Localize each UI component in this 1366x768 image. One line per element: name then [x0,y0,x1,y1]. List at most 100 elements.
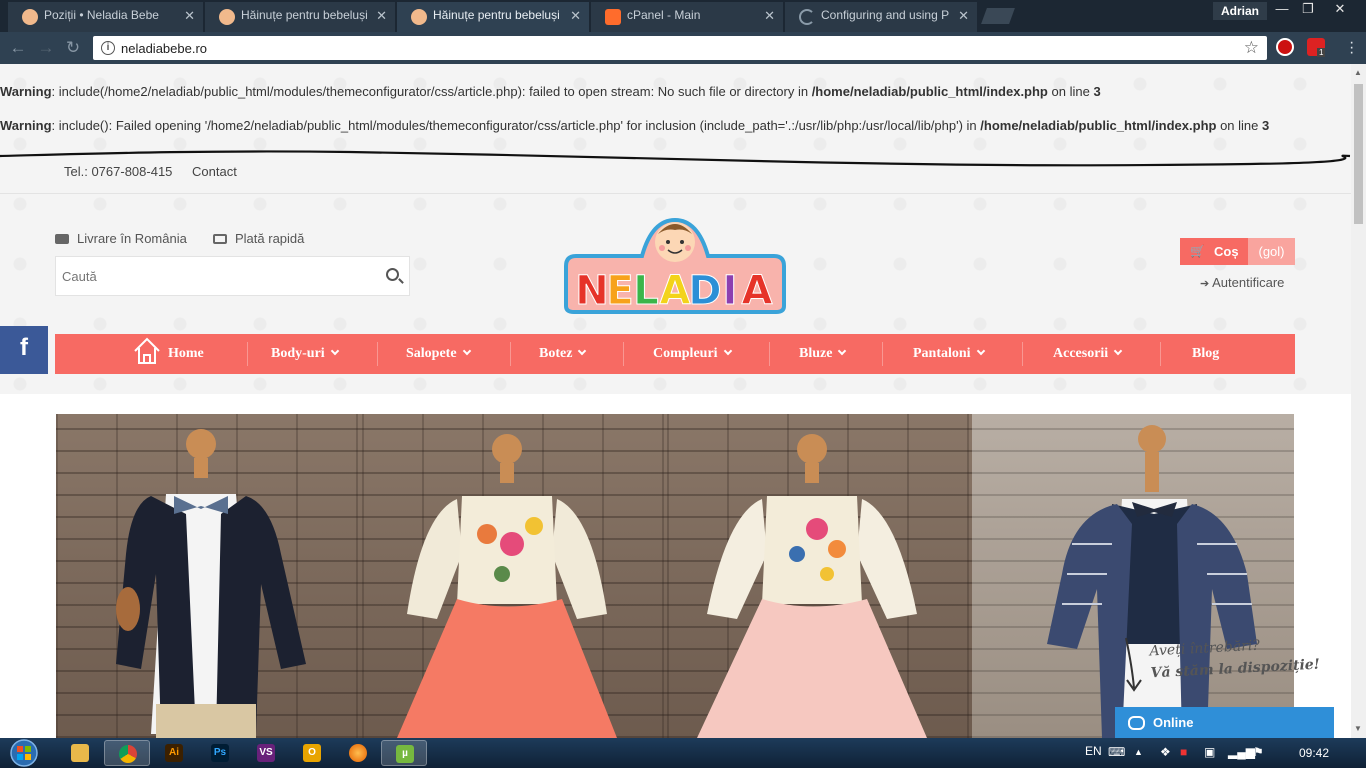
nav-pantaloni[interactable]: Pantaloni [913,334,985,374]
nav-label: Accesorii [1053,346,1109,361]
warning-message: : include(): Failed opening '/home2/nela… [51,118,981,133]
close-icon[interactable]: ✕ [570,8,581,24]
neladia-logo[interactable]: N E L A D I A [562,214,788,314]
cart-status[interactable]: (gol) [1248,238,1295,265]
svg-text:A: A [660,268,691,314]
warning-path: /home/neladiab/public_html/index.php [980,118,1217,133]
scroll-up-icon[interactable]: ▲ [1354,68,1362,77]
chevron-down-icon [1113,346,1123,356]
taskbar-outlook[interactable]: O [289,740,335,766]
product-image-coral-dress[interactable] [362,414,667,738]
close-icon[interactable]: ✕ [764,8,775,24]
url-text[interactable]: neladiabebe.ro [121,41,207,56]
product-image-boy-suit[interactable] [56,414,362,738]
keyboard-icon[interactable]: ⌨ [1108,745,1125,759]
outlook-icon: O [303,744,321,762]
taskbar-illustrator[interactable]: Ai [151,740,197,766]
new-tab-button[interactable] [981,8,1015,24]
svg-text:D: D [688,268,721,314]
cart-button[interactable]: Coș (gol) [1180,238,1295,265]
nav-botez[interactable]: Botez [539,334,587,374]
baby-favicon-icon [22,9,38,25]
usb-icon[interactable]: ▣ [1204,745,1215,759]
cart-label[interactable]: Coș [1180,238,1248,265]
payment-info: Plată rapidă [213,231,304,246]
nav-body-uri[interactable]: Body-uri [271,334,339,374]
browser-menu-icon[interactable]: · · · [1349,35,1354,61]
nav-compleuri[interactable]: Compleuri [653,334,732,374]
taskbar-photoshop[interactable]: Ps [197,740,243,766]
nav-separator [247,342,248,366]
browser-tab-5[interactable]: Configuring and using P ✕ [785,2,977,32]
scrollbar-thumb[interactable] [1354,84,1363,224]
taskbar-file-explorer[interactable] [57,740,103,766]
product-image-pink-dress[interactable] [667,414,972,738]
scroll-down-icon[interactable]: ▼ [1354,724,1362,733]
nav-separator [1022,342,1023,366]
close-icon[interactable]: ✕ [376,8,387,24]
chevron-down-icon [330,346,339,356]
browser-tab-4[interactable]: cPanel - Main ✕ [591,2,783,32]
show-hidden-icons[interactable]: ▲ [1134,747,1143,757]
php-warning: Warning: include(): Failed opening '/hom… [0,117,1351,134]
nav-blog[interactable]: Blog [1192,334,1219,374]
minimize-icon[interactable]: — [1268,0,1296,20]
taskbar-chrome[interactable] [104,740,150,766]
windows-start-icon[interactable] [6,738,42,768]
search-box [55,256,410,296]
browser-tab-3[interactable]: Hăinuțe pentru bebeluși ✕ [397,2,589,32]
clock[interactable]: 09:42 [1299,746,1329,760]
network-icon[interactable]: ▂▄▆ [1228,745,1255,759]
close-icon[interactable]: ✕ [958,8,969,24]
nav-label: Salopete [406,346,457,361]
flag-icon[interactable]: ⚑ [1253,745,1264,759]
phone-number[interactable]: Tel.: 0767-808-415 [64,164,172,179]
taskbar-firefox[interactable] [335,740,381,766]
search-input[interactable] [56,257,376,295]
browser-tab-1[interactable]: Poziții • Neladia Bebe ✕ [8,2,203,32]
taskbar-utorrent[interactable]: µ [381,740,427,766]
svg-text:A: A [742,268,773,314]
browser-toolbar: ← → ↻ i neladiabebe.ro ☆ [0,32,1366,64]
lastpass-extension-icon[interactable]: 1 [1307,38,1326,57]
mannequin-coral-dress-image [397,434,617,738]
php-warning: Warning: include(/home2/neladiab/public_… [0,83,1351,100]
restore-icon[interactable]: ❐ [1294,0,1322,20]
profile-button[interactable]: Adrian [1213,2,1268,20]
nav-label: Blog [1192,346,1220,361]
back-icon[interactable]: ← [8,38,28,58]
login-link[interactable]: ➔ Autentificare [1200,275,1284,290]
money-icon [213,234,227,244]
warning-line: 3 [1262,118,1270,133]
contact-link[interactable]: Contact [192,164,237,179]
forward-icon[interactable]: → [36,38,56,58]
page-scrollbar[interactable]: ▲ ▼ [1351,64,1366,738]
nav-separator [510,342,511,366]
address-bar[interactable]: i neladiabebe.ro ☆ [93,36,1267,60]
chat-tagline: Aveți întrebări? Vă stăm la dispoziție! [1149,632,1320,685]
bookmark-star-icon[interactable]: ☆ [1244,38,1259,58]
live-chat-button[interactable]: Online [1115,707,1334,738]
lastpass-tray-icon[interactable]: ■ [1180,745,1187,759]
nav-home[interactable]: Home [132,334,204,374]
nav-accesorii[interactable]: Accesorii [1053,334,1123,374]
browser-tab-2[interactable]: Hăinuțe pentru bebeluși ✕ [205,2,395,32]
search-icon[interactable] [386,268,399,281]
chat-arrow-icon [1125,637,1142,692]
login-label[interactable]: Autentificare [1212,275,1284,290]
facebook-button[interactable]: f [0,326,48,374]
close-icon[interactable]: ✕ [184,8,195,24]
ublock-extension-icon[interactable] [1276,38,1294,56]
hero-slider[interactable] [56,414,1294,738]
site-info-icon[interactable]: i [101,41,115,55]
reload-icon[interactable]: ↻ [63,38,83,58]
close-window-icon[interactable]: ✕ [1326,0,1354,20]
chevron-down-icon [578,346,587,356]
taskbar-visual-studio[interactable]: VS [243,740,289,766]
page-viewport: Warning: include(/home2/neladiab/public_… [0,64,1351,738]
nav-salopete[interactable]: Salopete [406,334,471,374]
language-indicator[interactable]: EN [1085,744,1102,758]
car-icon [55,234,69,244]
dropbox-icon[interactable]: ❖ [1160,745,1171,759]
nav-bluze[interactable]: Bluze [799,334,847,374]
